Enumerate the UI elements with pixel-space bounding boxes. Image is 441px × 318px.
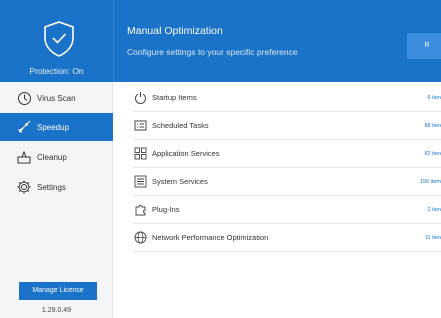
sidebar-item-speedup[interactable]: Speedup [0,113,113,141]
list-item-application-services[interactable]: Application Services 82 iten [133,140,441,168]
rocket-icon [16,119,32,135]
list-item-startup-items[interactable]: Startup Items 6 iten [133,84,441,112]
sidebar-item-label: Settings [37,182,66,192]
page-title: Manual Optimization [127,25,223,37]
gear-icon [16,179,32,195]
item-count: 2 iten [427,206,441,213]
item-count: 82 iten [424,150,441,157]
grid-icon [133,147,147,161]
list-item-scheduled-tasks[interactable]: Scheduled Tasks 88 iten [133,112,441,140]
virus-scan-icon [16,90,32,106]
list-icon [133,175,147,189]
sidebar-item-label: Virus Scan [37,93,76,103]
item-count: 11 iten [424,234,441,241]
list-item-system-services[interactable]: System Services 156 item [133,168,441,196]
sidebar-item-virus-scan[interactable]: Virus Scan [0,84,113,112]
item-label: Startup Items [152,93,197,102]
page-subtitle: Configure settings to your specific pref… [127,47,298,57]
item-label: Network Performance Optimization [152,233,269,242]
header: Manual Optimization Configure settings t… [113,0,441,82]
item-count: 6 iten [427,94,441,101]
item-label: Application Services [152,149,220,158]
shield-icon [44,21,74,57]
sidebar-item-label: Cleanup [37,152,67,162]
sidebar: Virus Scan Speedup Cleanup Settings Mana… [0,82,113,318]
list-item-plug-ins[interactable]: Plug-Ins 2 iten [133,196,441,224]
app-window: Protection: On Manual Optimization Confi… [0,0,441,318]
puzzle-icon [133,203,147,217]
manage-license-button[interactable]: Manage License [19,282,97,300]
tasks-icon [133,119,147,133]
protection-status: Protection: On [29,66,84,76]
sidebar-item-settings[interactable]: Settings [0,173,113,201]
version-label: 1.29.0.49 [41,307,72,314]
item-label: Scheduled Tasks [152,121,209,130]
optimization-list: Startup Items 6 iten Scheduled Tasks 88 … [113,82,441,318]
item-count: 156 item [419,178,441,185]
power-icon [133,91,147,105]
list-item-network-performance[interactable]: Network Performance Optimization 11 iten [133,224,441,252]
cleanup-icon [16,149,32,165]
sidebar-item-cleanup[interactable]: Cleanup [0,143,113,171]
protection-panel: Protection: On [0,0,113,82]
item-label: Plug-Ins [152,205,180,214]
header-action-button[interactable]: R [407,33,441,59]
sidebar-item-label: Speedup [37,122,70,132]
item-count: 88 iten [424,122,441,129]
item-label: System Services [152,177,208,186]
globe-icon [133,231,147,245]
